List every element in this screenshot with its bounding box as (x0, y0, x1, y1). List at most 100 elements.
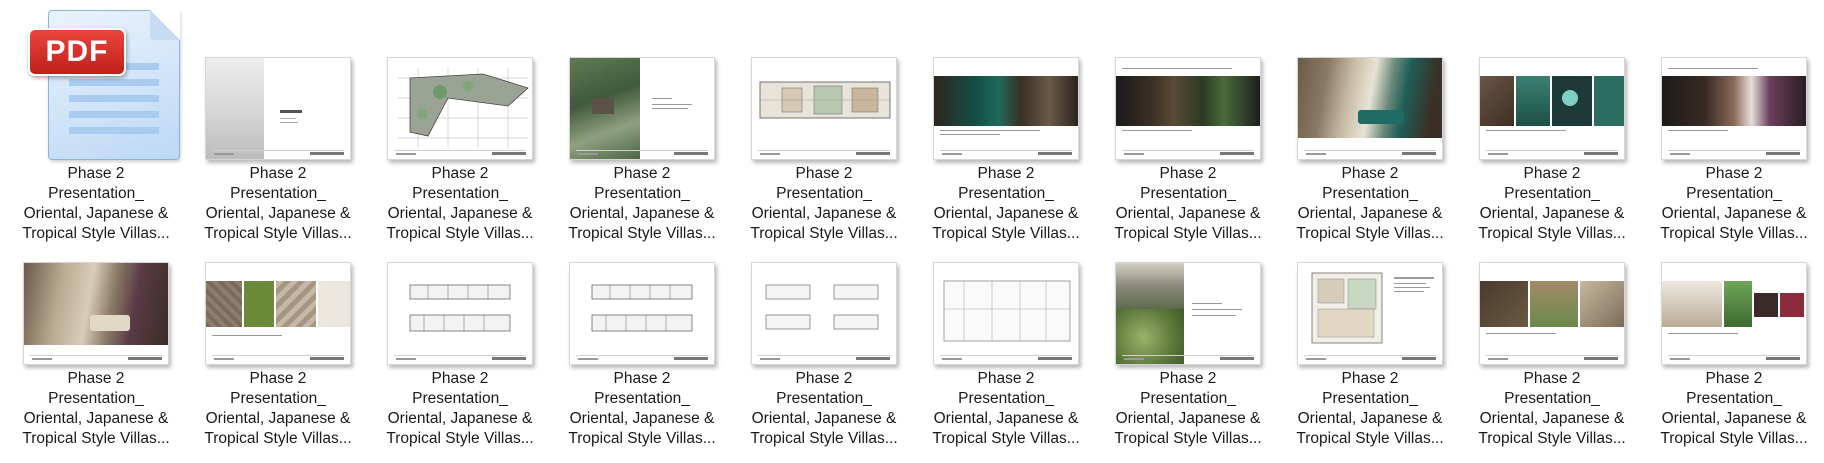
file-name-line: Oriental, Japanese & (1661, 410, 1807, 427)
file-name-label: Phase 2 Presentation_ Oriental, Japanese &… (374, 369, 546, 449)
page-thumbnail (569, 262, 715, 365)
file-name-line: Tropical Style Villas... (1478, 430, 1626, 447)
file-name-line: Oriental, Japanese & (1297, 410, 1443, 427)
file-name-line: Oriental, Japanese & (1479, 410, 1625, 427)
file-item[interactable]: Phase 2 Presentation_ Oriental, Japanese &… (1282, 0, 1458, 242)
file-name-line: Phase 2 (249, 370, 307, 387)
file-name-line: Presentation_ (48, 185, 144, 202)
page-thumbnail (1297, 262, 1443, 365)
file-name-line: Phase 2 (1523, 370, 1581, 387)
file-name-line: Phase 2 (67, 370, 125, 387)
file-name-line: Tropical Style Villas... (1660, 430, 1808, 447)
file-name-line: Presentation_ (594, 390, 690, 407)
file-grid: PDF Phase 2 Presentation_ Oriental, Japanes… (0, 0, 1824, 463)
file-name-line: Presentation_ (230, 185, 326, 202)
file-name-line: Tropical Style Villas... (1296, 430, 1444, 447)
file-name-line: Oriental, Japanese & (205, 410, 351, 427)
file-item[interactable]: Phase 2 Presentation_ Oriental, Japanese &… (736, 205, 912, 447)
page-thumbnail (933, 57, 1079, 160)
file-name-line: Presentation_ (958, 185, 1054, 202)
file-item[interactable]: Phase 2 Presentation_ Oriental, Japanese &… (1100, 205, 1276, 447)
file-name-line: Phase 2 (795, 370, 853, 387)
file-name-line: Phase 2 (1341, 165, 1399, 182)
pdf-file-icon: PDF (8, 0, 184, 160)
file-item[interactable]: Phase 2 Presentation_ Oriental, Japanese &… (554, 0, 730, 242)
file-name-line: Presentation_ (48, 390, 144, 407)
file-item[interactable]: Phase 2 Presentation_ Oriental, Japanese &… (918, 0, 1094, 242)
page-thumbnail (1479, 57, 1625, 160)
file-name-label: Phase 2 Presentation_ Oriental, Japanese &… (10, 369, 182, 449)
file-name-label: Phase 2 Presentation_ Oriental, Japanese &… (920, 369, 1092, 449)
file-item[interactable]: Phase 2 Presentation_ Oriental, Japanese &… (190, 205, 366, 447)
file-name-label: Phase 2 Presentation_ Oriental, Japanese &… (1466, 369, 1638, 449)
file-item[interactable]: Phase 2 Presentation_ Oriental, Japanese &… (372, 205, 548, 447)
file-name-line: Phase 2 (431, 165, 489, 182)
pdf-badge: PDF (28, 28, 126, 76)
file-name-label: Phase 2 Presentation_ Oriental, Japanese &… (1648, 369, 1820, 449)
page-thumbnail (751, 57, 897, 160)
file-item[interactable]: Phase 2 Presentation_ Oriental, Japanese &… (8, 205, 184, 447)
file-name-line: Phase 2 (67, 165, 125, 182)
file-name-label: Phase 2 Presentation_ Oriental, Japanese &… (192, 369, 364, 449)
file-item[interactable]: Phase 2 Presentation_ Oriental, Japanese &… (1646, 0, 1822, 242)
page-thumbnail (933, 262, 1079, 365)
file-item[interactable]: Phase 2 Presentation_ Oriental, Japanese &… (1646, 205, 1822, 447)
file-name-line: Oriental, Japanese & (23, 410, 169, 427)
file-name-label: Phase 2 Presentation_ Oriental, Japanese &… (1102, 369, 1274, 449)
file-name-line: Tropical Style Villas... (1114, 430, 1262, 447)
file-name-line: Tropical Style Villas... (22, 430, 170, 447)
file-item[interactable]: Phase 2 Presentation_ Oriental, Japanese &… (1100, 0, 1276, 242)
page-thumbnail (205, 262, 351, 365)
file-name-line: Presentation_ (958, 390, 1054, 407)
page-thumbnail (751, 262, 897, 365)
file-name-line: Presentation_ (594, 185, 690, 202)
file-item[interactable]: Phase 2 Presentation_ Oriental, Japanese &… (190, 0, 366, 242)
page-thumbnail (387, 262, 533, 365)
page-thumbnail (1115, 262, 1261, 365)
file-name-line: Oriental, Japanese & (933, 410, 1079, 427)
file-name-line: Presentation_ (1140, 390, 1236, 407)
file-name-line: Phase 2 (613, 370, 671, 387)
file-name-line: Tropical Style Villas... (204, 430, 352, 447)
file-name-line: Oriental, Japanese & (569, 410, 715, 427)
file-item[interactable]: Phase 2 Presentation_ Oriental, Japanese &… (554, 205, 730, 447)
file-item[interactable]: Phase 2 Presentation_ Oriental, Japanese &… (918, 205, 1094, 447)
file-item[interactable]: Phase 2 Presentation_ Oriental, Japanese &… (1464, 205, 1640, 447)
page-thumbnail (387, 57, 533, 160)
file-name-line: Presentation_ (1686, 185, 1782, 202)
file-name-line: Presentation_ (412, 390, 508, 407)
file-item[interactable]: Phase 2 Presentation_ Oriental, Japanese &… (736, 0, 912, 242)
file-name-line: Phase 2 (977, 165, 1035, 182)
file-name-line: Phase 2 (795, 165, 853, 182)
file-name-line: Presentation_ (1504, 185, 1600, 202)
file-item[interactable]: PDF Phase 2 Presentation_ Oriental, Japanes… (8, 0, 184, 242)
file-name-label: Phase 2 Presentation_ Oriental, Japanese &… (738, 369, 910, 449)
file-name-line: Phase 2 (249, 165, 307, 182)
file-name-line: Presentation_ (1140, 185, 1236, 202)
page-thumbnail (1661, 57, 1807, 160)
file-name-line: Presentation_ (1504, 390, 1600, 407)
file-name-line: Presentation_ (776, 390, 872, 407)
file-name-line: Tropical Style Villas... (386, 430, 534, 447)
file-name-line: Presentation_ (412, 185, 508, 202)
file-name-line: Tropical Style Villas... (932, 430, 1080, 447)
file-item[interactable]: Phase 2 Presentation_ Oriental, Japanese &… (1282, 205, 1458, 447)
file-name-line: Tropical Style Villas... (750, 430, 898, 447)
file-name-line: Phase 2 (1341, 370, 1399, 387)
page-thumbnail (1661, 262, 1807, 365)
file-name-line: Oriental, Japanese & (1115, 410, 1261, 427)
file-name-line: Phase 2 (1159, 165, 1217, 182)
file-name-line: Phase 2 (1523, 165, 1581, 182)
file-item[interactable]: Phase 2 Presentation_ Oriental, Japanese &… (372, 0, 548, 242)
file-name-line: Phase 2 (1159, 370, 1217, 387)
file-name-line: Presentation_ (1322, 185, 1418, 202)
file-name-line: Phase 2 (1705, 165, 1763, 182)
file-name-line: Presentation_ (1686, 390, 1782, 407)
file-name-line: Oriental, Japanese & (751, 410, 897, 427)
file-item[interactable]: Phase 2 Presentation_ Oriental, Japanese &… (1464, 0, 1640, 242)
page-thumbnail (1297, 57, 1443, 160)
file-name-line: Phase 2 (1705, 370, 1763, 387)
file-name-label: Phase 2 Presentation_ Oriental, Japanese &… (556, 369, 728, 449)
page-thumbnail (23, 262, 169, 365)
file-name-label: Phase 2 Presentation_ Oriental, Japanese &… (1284, 369, 1456, 449)
